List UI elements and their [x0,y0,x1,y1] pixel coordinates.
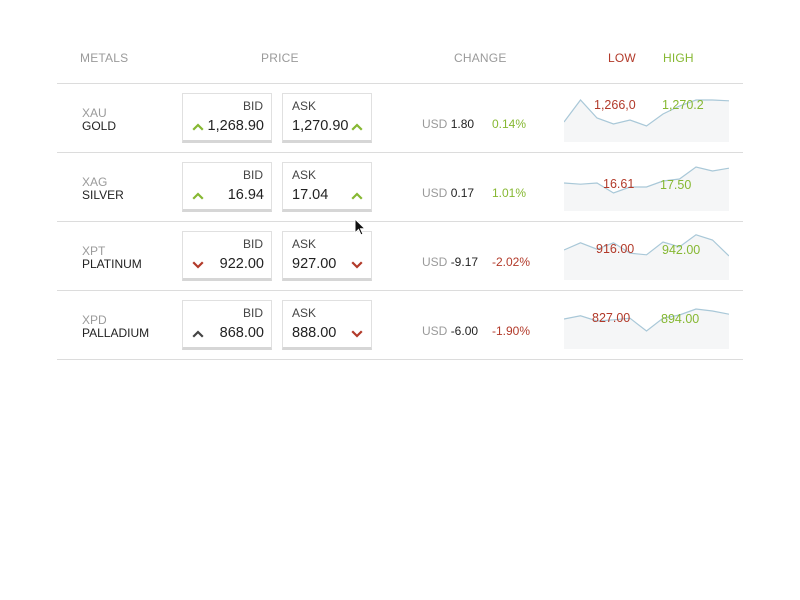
table-row[interactable]: XPD PALLADIUM BID 868.00 ASK 888.00 USD … [57,291,743,360]
sparkline-chart: 916.00 942.00 [564,222,729,280]
sparkline-chart: 1,266,0 1,270.2 [564,84,729,142]
chevron-up-icon [192,330,204,338]
table-row[interactable]: XAU GOLD BID 1,268.90 ASK 1,270.90 USD 1… [57,84,743,153]
low-value: 827.00 [592,311,631,325]
change-usd-value: 0.17 [450,186,475,200]
bid-value: 1,268.90 [207,118,264,134]
change-usd: USD -9.17 [422,255,478,269]
currency-label: USD [422,255,448,269]
currency-label: USD [422,117,448,131]
header-price[interactable]: PRICE [261,51,299,65]
chevron-up-icon [351,192,363,200]
change-usd-value: 1.80 [450,117,475,131]
metal-name: PALLADIUM [82,326,150,340]
change-usd-value: -6.00 [450,324,479,338]
chevron-up-icon [351,123,363,131]
change-usd-value: -9.17 [450,255,479,269]
ask-label: ASK [292,306,317,320]
bid-price-box[interactable]: BID 16.94 [182,162,272,212]
ask-value: 1,270.90 [292,118,349,134]
ask-label: ASK [292,237,317,251]
high-value: 894.00 [661,312,700,326]
bid-value: 922.00 [219,256,264,272]
bid-price-box[interactable]: BID 1,268.90 [182,93,272,143]
bid-label: BID [242,237,263,251]
chevron-down-icon [351,261,363,269]
metal-symbol: XPT [82,244,106,258]
sparkline-area [564,309,729,349]
bid-price-box[interactable]: BID 922.00 [182,231,272,281]
currency-label: USD [422,186,448,200]
chevron-down-icon [192,261,204,269]
change-usd: USD 0.17 [422,186,474,200]
change-percent: 0.14% [492,117,527,131]
low-value: 916.00 [596,242,635,256]
chevron-up-icon [192,192,204,200]
bid-label: BID [242,168,263,182]
high-value: 942.00 [662,243,701,257]
ask-value: 17.04 [292,187,329,203]
ask-price-box[interactable]: ASK 17.04 [282,162,372,212]
metals-price-table: METALS PRICE CHANGE LOW HIGH XAU GOLD BI… [57,40,743,360]
metal-symbol: XPD [82,313,107,327]
sparkline-area [564,100,729,142]
low-value: 1,266,0 [594,98,636,112]
header-high[interactable]: HIGH [663,51,694,65]
high-value: 1,270.2 [662,98,704,112]
ask-price-box[interactable]: ASK 1,270.90 [282,93,372,143]
header-metals[interactable]: METALS [80,51,128,65]
ask-value: 888.00 [292,325,337,341]
header-change[interactable]: CHANGE [454,51,507,65]
metal-name: PLATINUM [82,257,142,271]
change-percent: -1.90% [492,324,531,338]
change-usd: USD -6.00 [422,324,478,338]
sparkline-chart: 827.00 894.00 [564,291,729,349]
ask-label: ASK [292,168,317,182]
low-value: 16.61 [603,177,635,191]
bid-label: BID [242,306,263,320]
sparkline-area [564,167,729,211]
ask-label: ASK [292,99,317,113]
ask-value: 927.00 [292,256,337,272]
metal-name: GOLD [82,119,117,133]
chevron-down-icon [351,330,363,338]
bid-label: BID [242,99,263,113]
table-header: METALS PRICE CHANGE LOW HIGH [57,40,743,84]
ask-price-box[interactable]: ASK 888.00 [282,300,372,350]
currency-label: USD [422,324,448,338]
bid-value: 868.00 [219,325,264,341]
bid-price-box[interactable]: BID 868.00 [182,300,272,350]
chevron-up-icon [192,123,204,131]
metal-symbol: XAG [82,175,108,189]
table-row[interactable]: XPT PLATINUM BID 922.00 ASK 927.00 USD -… [57,222,743,291]
metal-symbol: XAU [82,106,107,120]
metal-name: SILVER [82,188,124,202]
bid-value: 16.94 [227,187,264,203]
mouse-cursor [354,218,367,236]
change-percent: -2.02% [492,255,531,269]
high-value: 17.50 [660,178,692,192]
change-usd: USD 1.80 [422,117,474,131]
sparkline-area [564,234,729,280]
sparkline-chart: 16.61 17.50 [564,153,729,211]
table-row[interactable]: XAG SILVER BID 16.94 ASK 17.04 USD 0.17 … [57,153,743,222]
header-low[interactable]: LOW [608,51,636,65]
change-percent: 1.01% [492,186,527,200]
ask-price-box[interactable]: ASK 927.00 [282,231,372,281]
